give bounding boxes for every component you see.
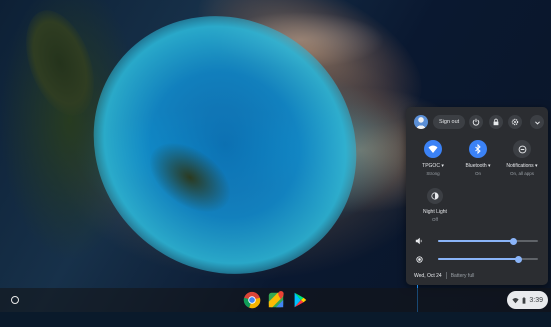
launcher-circle-icon: [11, 296, 19, 304]
status-tray[interactable]: 3:39: [507, 291, 548, 309]
date-label[interactable]: Wed, Oct 24: [414, 273, 442, 279]
bluetooth-icon[interactable]: [469, 140, 487, 158]
volume-icon[interactable]: [414, 236, 424, 246]
volume-slider-thumb[interactable]: [509, 237, 517, 245]
clock: 3:39: [529, 296, 543, 304]
battery-icon: [522, 296, 526, 304]
collapse-chevron-icon[interactable]: [530, 115, 544, 129]
settings-gear-icon[interactable]: [508, 115, 522, 129]
wifi-icon[interactable]: [424, 140, 442, 158]
wifi-label[interactable]: TPGOC ▾: [412, 163, 454, 169]
panel-footer: Wed, Oct 24 Battery full: [414, 272, 474, 279]
power-icon[interactable]: [469, 115, 483, 129]
bluetooth-status: On: [474, 171, 481, 176]
wifi-status: Strong: [426, 171, 440, 176]
brightness-slider-fill: [438, 258, 518, 260]
wifi-status-icon: [512, 297, 520, 303]
brightness-slider-thumb[interactable]: [514, 255, 522, 263]
bluetooth-tile: Bluetooth ▾ On: [457, 140, 499, 176]
notifications-icon[interactable]: [513, 140, 531, 158]
shelf: 3:39: [0, 288, 551, 312]
notifications-tile: Notifications ▾ On, all apps: [501, 140, 543, 176]
battery-label: Battery full: [450, 272, 475, 279]
sign-out-button[interactable]: Sign out: [433, 115, 466, 129]
volume-slider-fill: [438, 240, 513, 242]
wallpaper-island: [12, 1, 108, 125]
bluetooth-label[interactable]: Bluetooth ▾: [457, 163, 499, 169]
night-light-status: Off: [432, 217, 438, 222]
wifi-tile: TPGOC ▾ Strong: [412, 140, 454, 176]
notifications-label[interactable]: Notifications ▾: [501, 163, 543, 169]
quick-settings-panel: Sign out TPGOC ▾ Strong Bluetooth ▾ On N…: [406, 107, 548, 285]
brightness-slider[interactable]: [438, 255, 538, 263]
launcher-button[interactable]: [8, 293, 22, 307]
volume-slider[interactable]: [438, 237, 538, 245]
volume-row: [414, 234, 542, 248]
chrome-icon[interactable]: [243, 291, 261, 309]
brightness-row: [414, 252, 542, 266]
brightness-icon[interactable]: [414, 254, 424, 264]
footer-divider: [445, 272, 447, 279]
night-light-tile: Night Light Off: [416, 188, 454, 222]
google-maps-icon[interactable]: [267, 291, 285, 309]
notifications-status: On, all apps: [509, 171, 534, 176]
lock-icon[interactable]: [489, 115, 503, 129]
night-light-label[interactable]: Night Light: [416, 209, 454, 215]
night-light-icon[interactable]: [427, 188, 443, 204]
play-store-icon[interactable]: [291, 291, 309, 309]
user-avatar[interactable]: [414, 115, 428, 129]
pinned-apps: [243, 291, 309, 309]
